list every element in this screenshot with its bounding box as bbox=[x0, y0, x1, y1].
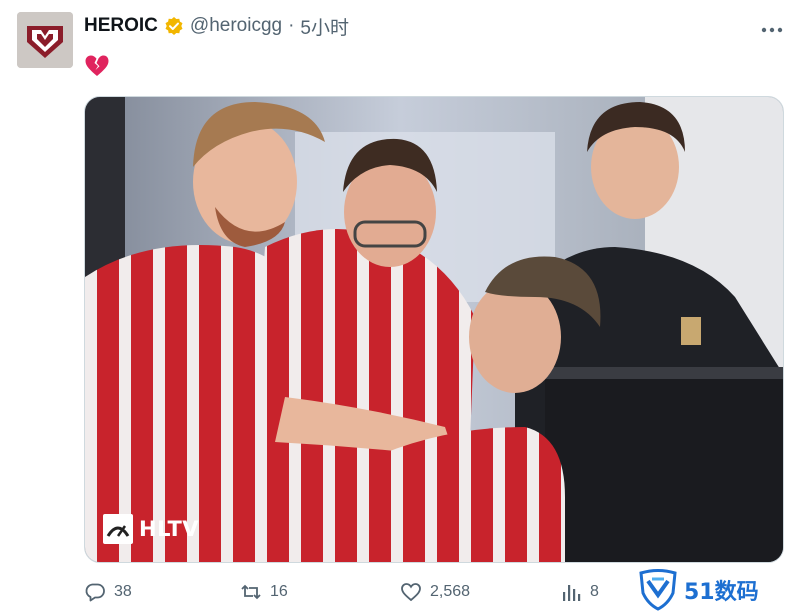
retweet-count: 16 bbox=[270, 583, 288, 600]
view-count: 8 bbox=[590, 583, 599, 600]
site-watermark-text: 51数码 bbox=[684, 580, 759, 605]
hltv-logo-icon bbox=[103, 514, 133, 544]
separator-dot: · bbox=[288, 15, 295, 36]
retweet-icon bbox=[241, 584, 261, 600]
avatar[interactable] bbox=[17, 12, 73, 68]
shield-logo-icon bbox=[639, 569, 677, 611]
tweet-photo[interactable]: HLTV bbox=[84, 96, 784, 563]
hltv-watermark: HLTV bbox=[103, 514, 199, 544]
author-name[interactable]: HEROIC bbox=[84, 15, 158, 37]
reply-button[interactable]: 38 bbox=[84, 581, 132, 603]
more-options-icon[interactable] bbox=[760, 22, 784, 38]
verified-badge-icon bbox=[165, 17, 183, 35]
heroic-logo-icon bbox=[17, 12, 73, 68]
site-watermark: 51数码 bbox=[638, 569, 759, 611]
like-button[interactable]: 2,568 bbox=[400, 581, 470, 603]
heart-icon bbox=[401, 583, 421, 602]
author-handle[interactable]: @heroicgg bbox=[190, 15, 282, 37]
timestamp[interactable]: 5小时 bbox=[300, 13, 349, 40]
views-chart-icon bbox=[563, 585, 581, 601]
broken-heart-emoji-icon bbox=[85, 55, 109, 76]
hltv-watermark-text: HLTV bbox=[139, 517, 200, 541]
tweet-header: HEROIC @heroicgg · 5小时 bbox=[84, 13, 349, 40]
reply-count: 38 bbox=[114, 583, 132, 600]
retweet-button[interactable]: 16 bbox=[240, 581, 288, 603]
reply-icon bbox=[85, 583, 105, 602]
views-button[interactable]: 8 bbox=[560, 581, 599, 603]
like-count: 2,568 bbox=[430, 583, 471, 600]
photo-scene bbox=[85, 97, 783, 562]
